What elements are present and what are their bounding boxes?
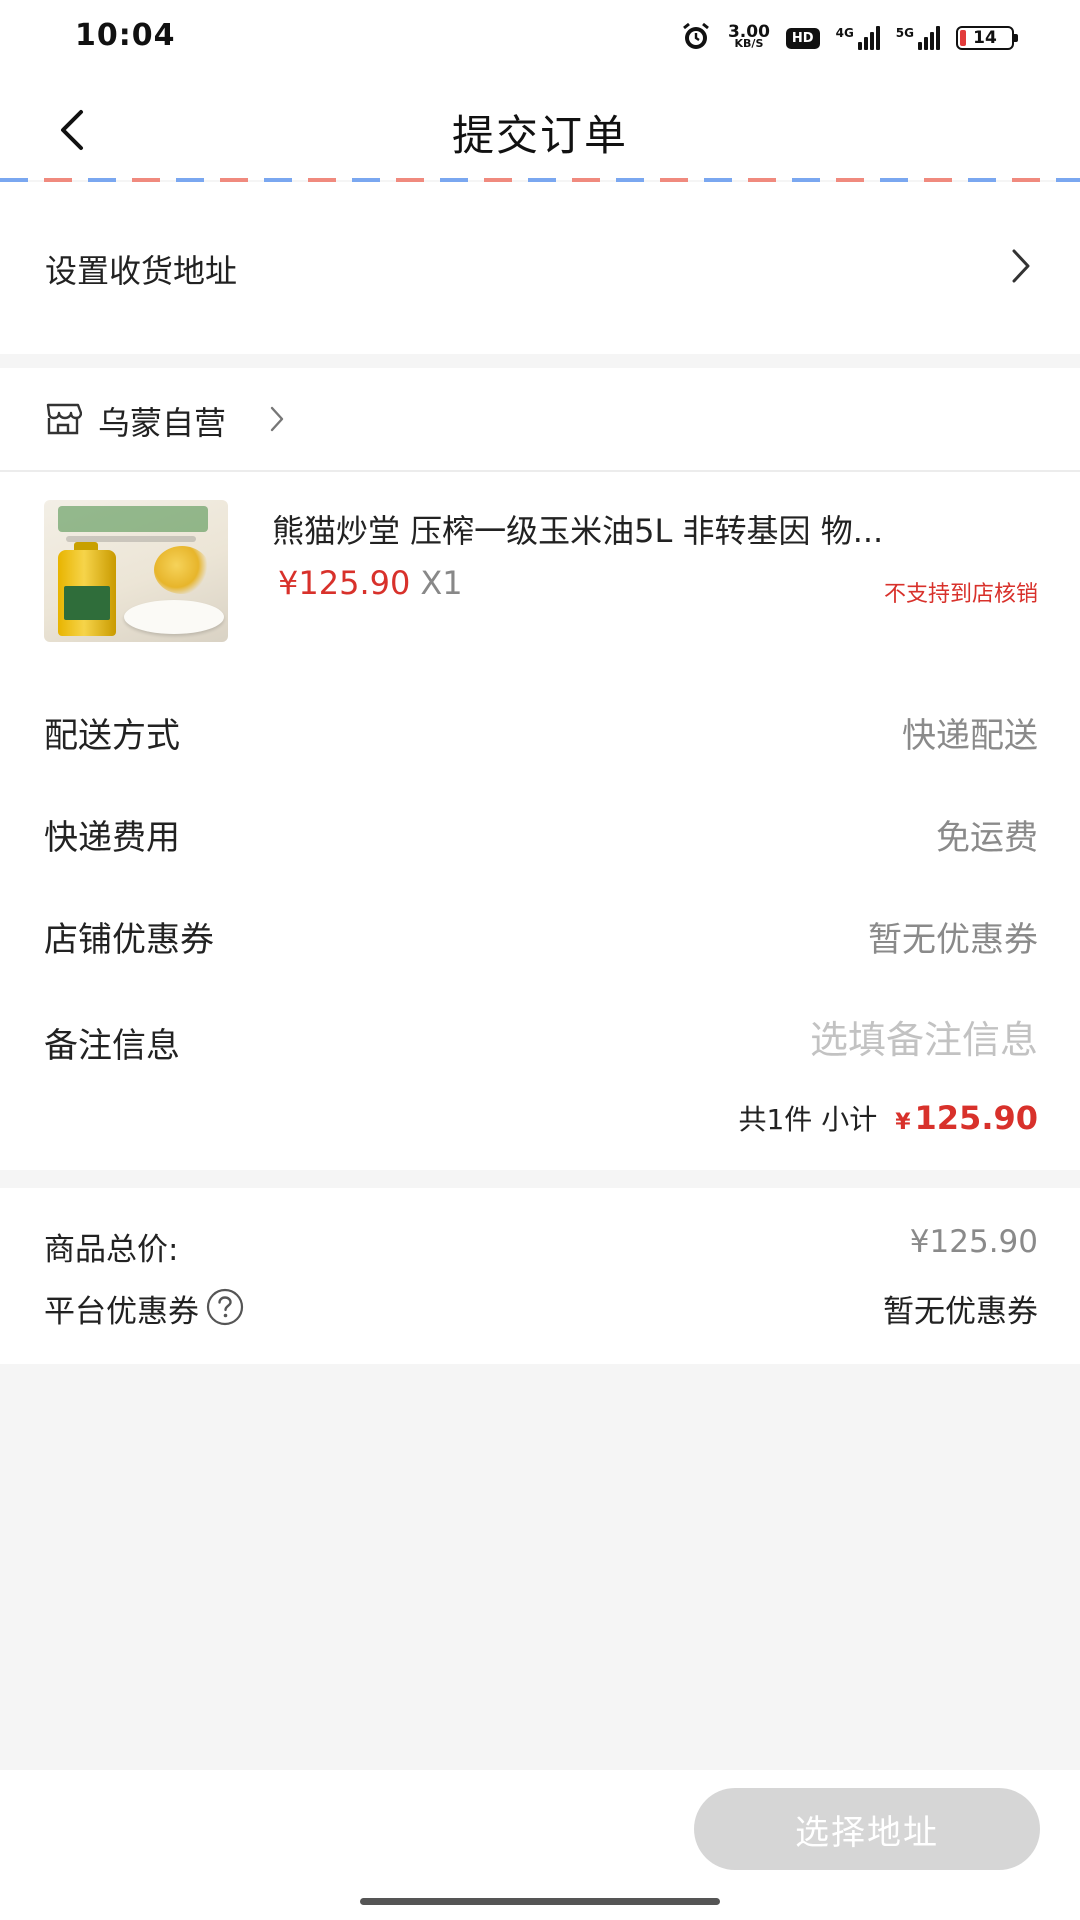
chevron-right-icon bbox=[268, 404, 286, 438]
shipping-fee-row: 快递费用 免运费 bbox=[0, 782, 1080, 882]
delivery-method-label: 配送方式 bbox=[44, 716, 180, 756]
remark-input[interactable] bbox=[618, 1012, 1038, 1068]
store-name: 乌蒙自营 bbox=[98, 404, 227, 442]
goods-total-value: ¥125.90 bbox=[909, 1224, 1038, 1260]
alarm-icon bbox=[680, 20, 712, 56]
address-label: 设置收货地址 bbox=[45, 252, 238, 290]
order-submit-screen: 10:04 3.00 KB/S HD 4G 5G 14 提交订单 设置收货地址 … bbox=[0, 0, 1080, 1920]
nav-bar: 提交订单 bbox=[0, 78, 1080, 180]
store-order-card: 乌蒙自营 熊猫炒堂 压榨一级玉米油5L 非转基因 物... ¥125.90 X1 … bbox=[0, 368, 1080, 1170]
status-icons: 3.00 KB/S HD 4G 5G 14 bbox=[680, 20, 1018, 56]
goods-quantity: X1 bbox=[420, 564, 463, 602]
store-coupon-value: 暂无优惠券 bbox=[868, 920, 1038, 960]
subtotal-amount: ¥125.90 bbox=[895, 1099, 1038, 1137]
delivery-method-value: 快递配送 bbox=[902, 716, 1038, 756]
home-indicator[interactable] bbox=[360, 1898, 720, 1905]
help-icon[interactable] bbox=[205, 1287, 245, 1335]
chevron-right-icon bbox=[1010, 248, 1032, 288]
goods-image bbox=[44, 500, 228, 642]
battery-icon: 14 bbox=[956, 26, 1018, 50]
goods-title: 熊猫炒堂 压榨一级玉米油5L 非转基因 物... bbox=[272, 512, 884, 550]
store-header[interactable]: 乌蒙自营 bbox=[0, 368, 1080, 472]
signal-5g-icon: 5G bbox=[896, 26, 940, 50]
signal-4g-icon: 4G bbox=[836, 26, 880, 50]
hd-icon: HD bbox=[785, 27, 820, 49]
store-coupon-row[interactable]: 店铺优惠券 暂无优惠券 bbox=[0, 884, 1080, 984]
goods-total-label: 商品总价: bbox=[44, 1232, 179, 1268]
goods-unit-price: ¥125.90 bbox=[278, 564, 411, 602]
order-totals: 商品总价: ¥125.90 平台优惠券 暂无优惠券 bbox=[0, 1188, 1080, 1364]
subtotal-count: 共1件 小计 bbox=[738, 1103, 878, 1136]
shipping-fee-value: 免运费 bbox=[936, 818, 1038, 858]
address-selector[interactable]: 设置收货地址 bbox=[0, 182, 1080, 354]
remark-label: 备注信息 bbox=[44, 1026, 180, 1066]
status-bar: 10:04 3.00 KB/S HD 4G 5G 14 bbox=[0, 0, 1080, 78]
network-speed: 3.00 KB/S bbox=[727, 22, 770, 50]
shipping-fee-label: 快递费用 bbox=[44, 818, 180, 858]
goods-price: ¥125.90 X1 bbox=[278, 564, 463, 602]
subtotal: 共1件 小计 ¥125.90 bbox=[738, 1098, 1038, 1138]
bottom-action-bar: 选择地址 bbox=[0, 1770, 1080, 1920]
remark-row: 备注信息 bbox=[0, 990, 1080, 1090]
status-time: 10:04 bbox=[75, 18, 176, 53]
page-title: 提交订单 bbox=[451, 111, 628, 160]
platform-coupon-label: 平台优惠券 bbox=[44, 1294, 199, 1330]
platform-coupon-label-wrap: 平台优惠券 bbox=[44, 1286, 245, 1335]
store-icon bbox=[44, 402, 83, 440]
platform-coupon-value[interactable]: 暂无优惠券 bbox=[883, 1286, 1038, 1331]
delivery-method-row[interactable]: 配送方式 快递配送 bbox=[0, 680, 1080, 780]
store-coupon-label: 店铺优惠券 bbox=[44, 920, 214, 960]
goods-item[interactable]: 熊猫炒堂 压榨一级玉米油5L 非转基因 物... ¥125.90 X1 不支持到店… bbox=[0, 472, 1080, 642]
goods-redemption-note: 不支持到店核销 bbox=[883, 582, 1038, 607]
select-address-button[interactable]: 选择地址 bbox=[694, 1788, 1040, 1870]
